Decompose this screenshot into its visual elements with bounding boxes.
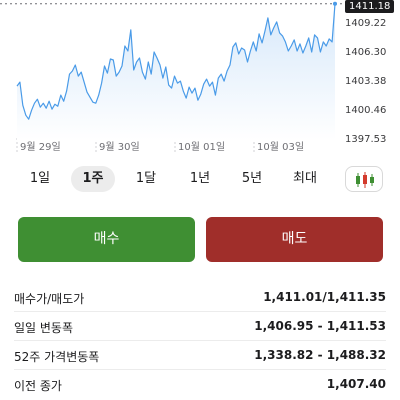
last-price-badge: 1411.18 xyxy=(345,0,395,13)
info-row-daily-range: 일일 변동폭 1,406.95 - 1,411.53 xyxy=(14,312,386,341)
tab-label: 1일 xyxy=(29,171,51,186)
buy-button-label: 매수 xyxy=(93,231,120,247)
tab-label: 1주 xyxy=(82,171,104,186)
tab-1-year[interactable]: 1년 xyxy=(182,166,218,192)
info-label: 이전 종가 xyxy=(14,379,62,393)
info-row-52-week-range: 52주 가격변동폭 1,338.82 - 1,488.32 xyxy=(14,341,386,370)
y-tick-label: 1397.53 xyxy=(345,134,387,145)
y-tick-label: 1400.46 xyxy=(345,105,387,116)
range-tabs: 1일 1주 1달 1년 5년 최대 xyxy=(0,166,400,192)
y-tick-label: 1403.38 xyxy=(345,76,387,87)
sell-button-label: 매도 xyxy=(281,231,308,247)
price-chart[interactable]: 1411.18 1409.22 1406.30 1403.38 1400.46 … xyxy=(0,0,400,160)
info-value: 1,406.95 - 1,411.53 xyxy=(254,319,386,333)
buy-button[interactable]: 매수 xyxy=(18,217,195,262)
price-info-table: 매수가/매도가 1,411.01/1,411.35 일일 변동폭 1,406.9… xyxy=(14,283,386,399)
price-chart-svg xyxy=(0,1,343,154)
x-tick-label: 9월 29일 xyxy=(20,142,61,153)
tab-label: 5년 xyxy=(241,171,263,186)
tab-1-month[interactable]: 1달 xyxy=(128,166,164,192)
info-value: 1,411.01/1,411.35 xyxy=(263,290,386,304)
tab-1-week[interactable]: 1주 xyxy=(71,166,115,192)
info-value: 1,338.82 - 1,488.32 xyxy=(254,348,386,362)
info-label: 매수가/매도가 xyxy=(14,292,85,306)
y-tick-label: 1409.22 xyxy=(345,18,387,29)
info-row-bid-ask: 매수가/매도가 1,411.01/1,411.35 xyxy=(14,283,386,312)
chart-type-button[interactable] xyxy=(345,166,383,192)
tab-1-day[interactable]: 1일 xyxy=(22,166,58,192)
info-value: 1,407.40 xyxy=(326,377,386,391)
x-tick-label: 9월 30일 xyxy=(99,142,140,153)
tab-max[interactable]: 최대 xyxy=(287,166,323,192)
tab-label: 1년 xyxy=(189,171,211,186)
sell-button[interactable]: 매도 xyxy=(206,217,383,262)
x-tick-label: 10월 01일 xyxy=(178,142,226,153)
candlestick-icon xyxy=(356,172,374,188)
last-price-point xyxy=(333,1,337,6)
info-label: 52주 가격변동폭 xyxy=(14,350,100,364)
info-label: 일일 변동폭 xyxy=(14,321,74,335)
y-tick-label: 1406.30 xyxy=(345,47,387,58)
info-row-previous-close: 이전 종가 1,407.40 xyxy=(14,370,386,399)
tab-5-year[interactable]: 5년 xyxy=(234,166,270,192)
tab-label: 최대 xyxy=(293,171,317,186)
price-area-fill xyxy=(17,3,335,140)
x-tick-label: 10월 03일 xyxy=(257,142,305,153)
tab-label: 1달 xyxy=(135,171,157,186)
